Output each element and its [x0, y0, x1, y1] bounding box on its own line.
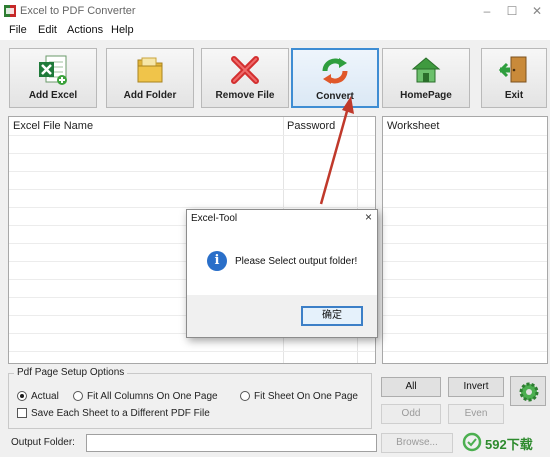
homepage-label: HomePage	[400, 90, 452, 101]
house-icon	[411, 57, 441, 83]
grid-line	[383, 189, 547, 190]
save-each-sheet-label: Save Each Sheet to a Different PDF File	[31, 408, 210, 419]
grid-line	[383, 351, 547, 352]
grid-line	[383, 171, 547, 172]
worksheet-column-header[interactable]: Worksheet	[383, 117, 549, 135]
convert-arrows-icon	[322, 58, 348, 84]
watermark-icon	[462, 432, 482, 452]
watermark-logo: 592下载	[460, 430, 548, 454]
grid-line	[383, 207, 547, 208]
menu-edit[interactable]: Edit	[38, 24, 57, 36]
add-excel-label: Add Excel	[28, 90, 78, 101]
grid-line	[383, 225, 547, 226]
annotation-arrow	[319, 96, 354, 205]
fit-sheet-radio-label: Fit Sheet On One Page	[254, 391, 358, 402]
menu-file[interactable]: File	[9, 24, 27, 36]
dialog-close-icon[interactable]: ×	[365, 210, 372, 224]
fit-columns-radio[interactable]	[73, 391, 83, 401]
menu-actions[interactable]: Actions	[67, 24, 103, 36]
remove-file-button[interactable]: Remove File	[201, 48, 289, 108]
grid-line	[383, 279, 547, 280]
output-folder-input[interactable]	[86, 434, 377, 452]
excel-file-icon	[39, 55, 67, 85]
grid-line	[383, 135, 547, 136]
message-dialog: Excel-Tool × i Please Select output fold…	[186, 209, 378, 338]
fit-sheet-radio[interactable]	[240, 391, 250, 401]
menu-bar: File Edit Actions Help	[0, 22, 550, 40]
dialog-title: Excel-Tool	[191, 213, 238, 224]
select-all-button[interactable]: All	[381, 377, 441, 397]
invert-button[interactable]: Invert	[448, 377, 504, 397]
exit-door-icon	[498, 56, 527, 83]
grid-line	[383, 243, 547, 244]
red-x-icon	[231, 56, 259, 84]
remove-file-label: Remove File	[215, 90, 275, 101]
ok-button[interactable]: 确定	[301, 306, 363, 326]
actual-radio[interactable]	[17, 391, 27, 401]
fit-columns-radio-label: Fit All Columns On One Page	[87, 391, 218, 402]
menu-help[interactable]: Help	[111, 24, 134, 36]
grid-line	[383, 261, 547, 262]
page-setup-options-title: Pdf Page Setup Options	[14, 367, 128, 378]
grid-line	[383, 153, 547, 154]
grid-line	[383, 315, 547, 316]
grid-line	[383, 297, 547, 298]
grid-line	[383, 333, 547, 334]
window-title: Excel to PDF Converter	[20, 5, 136, 17]
minimize-icon[interactable]: –	[478, 3, 496, 19]
worksheet-list[interactable]: Worksheet	[382, 116, 548, 364]
settings-button[interactable]	[510, 376, 546, 406]
file-name-column-header[interactable]: Excel File Name	[9, 117, 283, 135]
save-each-sheet-checkbox[interactable]	[17, 408, 27, 418]
homepage-button[interactable]: HomePage	[382, 48, 470, 108]
exit-label: Exit	[504, 90, 524, 101]
folder-icon	[137, 57, 163, 83]
excel-pdf-app-icon	[4, 5, 16, 17]
add-folder-button[interactable]: Add Folder	[106, 48, 194, 108]
browse-button[interactable]: Browse...	[381, 433, 453, 453]
close-icon[interactable]: ✕	[528, 3, 546, 19]
title-bar: Excel to PDF Converter – ☐ ✕	[0, 0, 550, 22]
gear-icon	[519, 382, 539, 402]
grid-line	[9, 351, 375, 352]
actual-radio-label: Actual	[31, 391, 59, 402]
exit-button[interactable]: Exit	[481, 48, 547, 108]
add-folder-label: Add Folder	[123, 90, 177, 101]
info-icon: i	[207, 251, 227, 271]
dialog-message: Please Select output folder!	[235, 256, 358, 267]
add-excel-button[interactable]: Add Excel	[9, 48, 97, 108]
select-odd-button[interactable]: Odd	[381, 404, 441, 424]
output-folder-label: Output Folder:	[11, 437, 75, 448]
maximize-icon[interactable]: ☐	[503, 3, 521, 19]
select-even-button[interactable]: Even	[448, 404, 504, 424]
watermark-text: 592下载	[485, 437, 533, 452]
